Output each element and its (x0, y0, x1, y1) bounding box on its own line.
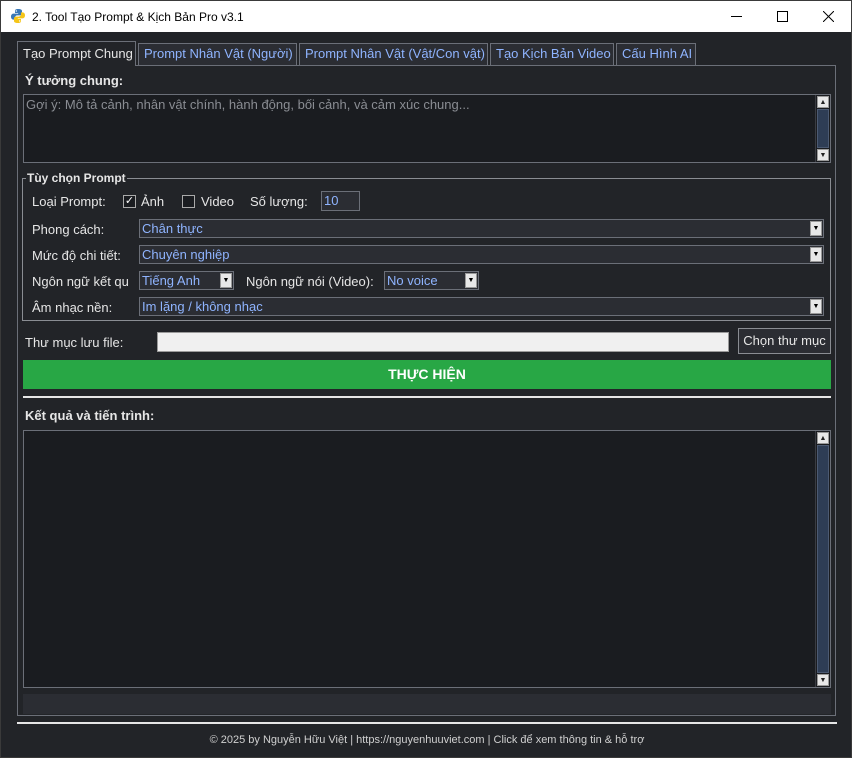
music-select[interactable]: Im lặng / không nhạc ▼ (139, 297, 824, 316)
detail-value: Chuyên nghiệp (142, 247, 230, 262)
title-bar: 2. Tool Tạo Prompt & Kịch Bản Pro v3.1 (1, 1, 851, 32)
quantity-label: Số lượng: (250, 194, 308, 209)
save-folder-label: Thư mục lưu file: (25, 335, 124, 350)
tab-ai-config[interactable]: Cấu Hình AI (616, 43, 696, 65)
results-label: Kết quả và tiến trình: (25, 408, 155, 423)
python-app-icon (11, 9, 25, 23)
idea-label: Ý tưởng chung: (25, 73, 124, 88)
scroll-thumb[interactable] (817, 445, 829, 673)
scroll-down-icon[interactable]: ▼ (817, 149, 829, 161)
scroll-up-icon[interactable]: ▲ (817, 96, 829, 108)
quantity-input[interactable]: 10 (321, 191, 360, 211)
music-value: Im lặng / không nhạc (142, 299, 263, 314)
spoken-language-select[interactable]: No voice ▼ (384, 271, 479, 290)
footer-divider (17, 722, 837, 724)
scroll-thumb[interactable] (817, 109, 829, 148)
choose-folder-button[interactable]: Chọn thư mục (738, 328, 831, 354)
tab-general-prompt[interactable]: Tạo Prompt Chung (17, 41, 136, 66)
idea-scrollbar[interactable]: ▲ ▼ (815, 95, 830, 162)
idea-textarea[interactable]: Gợi ý: Mô tả cảnh, nhân vật chính, hành … (23, 94, 831, 163)
results-textarea[interactable]: ▲ ▼ (23, 430, 831, 688)
scroll-up-icon[interactable]: ▲ (817, 432, 829, 444)
app-window: 2. Tool Tạo Prompt & Kịch Bản Pro v3.1 T… (0, 0, 852, 758)
run-button[interactable]: THỰC HIỆN (23, 360, 831, 389)
save-folder-input[interactable] (157, 332, 729, 352)
prompt-type-label: Loại Prompt: (32, 194, 106, 209)
tab-video-script[interactable]: Tạo Kịch Bản Video (490, 43, 614, 65)
spoken-language-label: Ngôn ngữ nói (Video): (246, 274, 374, 289)
output-language-value: Tiếng Anh (142, 273, 201, 288)
spoken-language-value: No voice (387, 273, 438, 288)
progress-bar (23, 694, 831, 714)
style-select[interactable]: Chân thực ▼ (139, 219, 824, 238)
footer-link[interactable]: © 2025 by Nguyễn Hữu Việt | https://nguy… (1, 734, 852, 746)
image-checkbox[interactable]: ✓ (123, 195, 136, 208)
music-label: Âm nhạc nền: (32, 300, 113, 315)
scroll-down-icon[interactable]: ▼ (817, 674, 829, 686)
prompt-options-legend: Tùy chọn Prompt (27, 171, 126, 185)
image-checkbox-label[interactable]: Ảnh (141, 194, 164, 209)
video-checkbox[interactable] (182, 195, 195, 208)
video-checkbox-label[interactable]: Video (201, 194, 234, 209)
close-icon (822, 11, 834, 22)
divider (23, 396, 831, 398)
tab-character-person[interactable]: Prompt Nhân Vật (Người) (138, 43, 297, 65)
chevron-down-icon[interactable]: ▼ (810, 221, 822, 236)
minimize-icon (730, 16, 742, 17)
maximize-icon (776, 11, 788, 22)
output-language-label: Ngôn ngữ kết qu (32, 274, 129, 289)
detail-label: Mức độ chi tiết: (32, 248, 121, 263)
output-language-select[interactable]: Tiếng Anh ▼ (139, 271, 234, 290)
style-label: Phong cách: (32, 222, 105, 237)
close-button[interactable] (805, 1, 851, 32)
chevron-down-icon[interactable]: ▼ (220, 273, 232, 288)
style-value: Chân thực (142, 221, 203, 236)
tab-character-object[interactable]: Prompt Nhân Vật (Vật/Con vật) (299, 43, 488, 65)
chevron-down-icon[interactable]: ▼ (465, 273, 477, 288)
chevron-down-icon[interactable]: ▼ (810, 299, 822, 314)
chevron-down-icon[interactable]: ▼ (810, 247, 822, 262)
results-scrollbar[interactable]: ▲ ▼ (815, 431, 830, 687)
detail-select[interactable]: Chuyên nghiệp ▼ (139, 245, 824, 264)
window-title: 2. Tool Tạo Prompt & Kịch Bản Pro v3.1 (32, 10, 244, 24)
maximize-button[interactable] (759, 1, 805, 32)
idea-placeholder: Gợi ý: Mô tả cảnh, nhân vật chính, hành … (26, 97, 470, 112)
minimize-button[interactable] (713, 1, 759, 32)
